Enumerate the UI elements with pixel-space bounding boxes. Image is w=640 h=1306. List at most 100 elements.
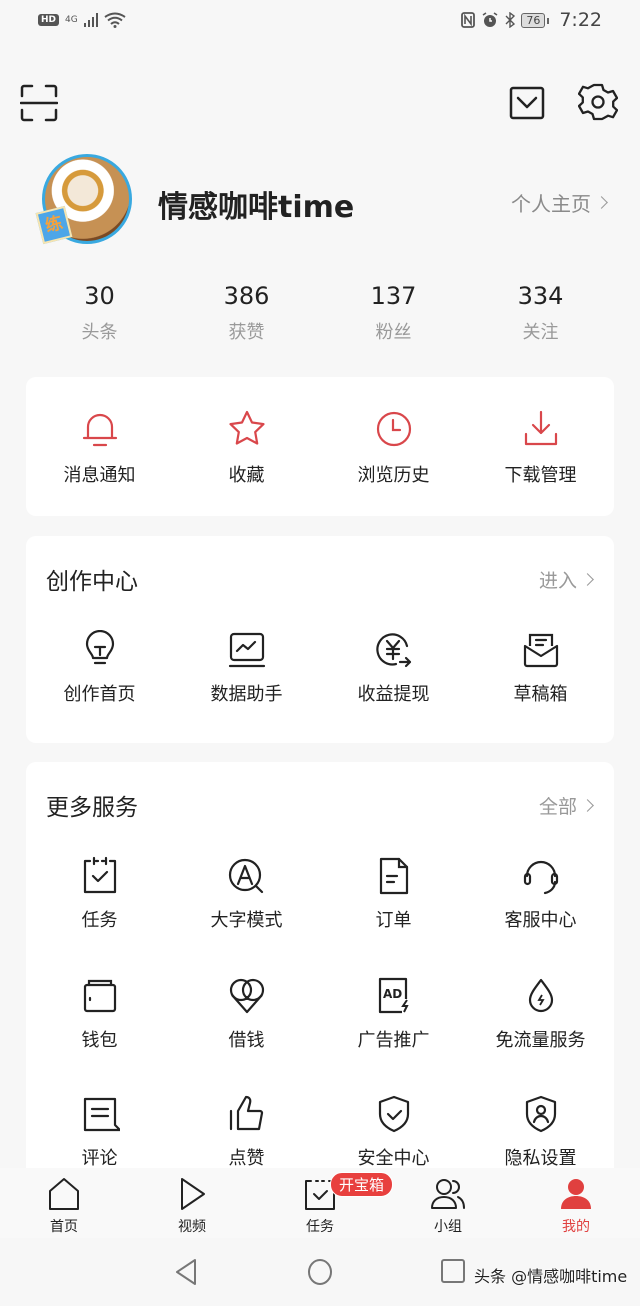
signal-icon	[83, 13, 99, 27]
service-ads[interactable]: AD 广告推广	[320, 976, 467, 1052]
link-label: 进入	[538, 569, 577, 592]
creation-home[interactable]: 创作首页	[26, 630, 173, 706]
stat-label: 头条	[81, 322, 118, 343]
bell-icon	[82, 413, 117, 447]
tab-me[interactable]: 我的	[512, 1168, 640, 1238]
item-label: 草稿箱	[513, 684, 568, 705]
ad-icon: AD	[378, 977, 409, 1014]
service-large-font[interactable]: 大字模式	[173, 856, 320, 932]
service-free-data[interactable]: 免流量服务	[467, 976, 614, 1052]
item-label: 数据助手	[210, 684, 283, 705]
stat-likes[interactable]: 386 获赞	[173, 282, 320, 344]
avatar-badge: 练	[35, 205, 73, 245]
tab-label: 任务	[306, 1219, 334, 1235]
status-left: HD 4G	[38, 12, 126, 28]
service-loan[interactable]: 借钱	[173, 976, 320, 1052]
item-label: 评论	[81, 1148, 118, 1168]
tab-video[interactable]: 视频	[128, 1168, 256, 1238]
earnings-withdraw[interactable]: 收益提现	[320, 630, 467, 706]
service-customer-service[interactable]: 客服中心	[467, 856, 614, 932]
username: 情感咖啡time	[158, 190, 355, 225]
item-label: 订单	[375, 910, 412, 931]
service-wallet[interactable]: 钱包	[26, 976, 173, 1052]
loan-icon	[229, 978, 264, 1014]
data-assistant[interactable]: 数据助手	[173, 630, 320, 706]
service-privacy-settings[interactable]: 隐私设置	[467, 1094, 614, 1168]
item-label: 客服中心	[504, 910, 577, 931]
scan-icon[interactable]	[20, 84, 58, 122]
creation-center-card: 创作中心 进入 创作首页 数据助手 收益提现 草稿箱	[26, 536, 614, 743]
quick-label: 浏览历史	[357, 465, 430, 486]
avatar[interactable]: 练	[35, 154, 132, 245]
section-title: 创作中心	[46, 569, 138, 595]
item-label: 任务	[81, 910, 118, 931]
section-title: 更多服务	[46, 795, 138, 821]
alarm-icon	[482, 12, 498, 27]
yuan-withdraw-icon	[375, 633, 411, 668]
back-icon[interactable]	[174, 1258, 198, 1286]
profile-homepage-label: 个人主页	[511, 192, 591, 216]
chevron-right-icon	[595, 196, 608, 209]
privacy-shield-icon	[525, 1095, 556, 1133]
quick-history[interactable]: 浏览历史	[320, 409, 467, 487]
status-right: 76 7:22	[461, 9, 602, 31]
bluetooth-icon	[505, 12, 516, 28]
service-comments[interactable]: 评论	[26, 1094, 173, 1168]
service-security-center[interactable]: 安全中心	[320, 1094, 467, 1168]
stat-value: 334	[517, 282, 564, 310]
tab-groups[interactable]: 小组	[384, 1168, 512, 1238]
item-label: 收益提现	[357, 684, 430, 705]
status-bar: HD 4G 76 7:22	[0, 0, 640, 40]
watermark: 头条 @情感咖啡time	[474, 1267, 628, 1286]
quick-favorites[interactable]: 收藏	[173, 409, 320, 487]
tab-tasks[interactable]: 任务 开宝箱	[256, 1168, 394, 1238]
mail-icon[interactable]	[509, 86, 545, 120]
item-label: 大字模式	[210, 910, 283, 931]
service-task[interactable]: 任务	[26, 856, 173, 932]
stats-row: 30 头条 386 获赞 137 粉丝 334 关注	[26, 282, 614, 344]
stat-value: 386	[223, 282, 270, 310]
item-label: 借钱	[228, 1030, 265, 1051]
bottom-tab-bar: 首页 视频 任务 开宝箱 小组 我的	[0, 1168, 640, 1238]
system-navigation-bar: 头条 @情感咖啡time	[0, 1238, 640, 1306]
stat-following[interactable]: 334 关注	[467, 282, 614, 344]
top-actions	[0, 80, 640, 126]
tab-label: 首页	[50, 1219, 78, 1235]
all-services-link[interactable]: 全部	[539, 792, 594, 819]
service-likes[interactable]: 点赞	[173, 1094, 320, 1168]
nfc-icon	[461, 12, 476, 28]
gear-icon[interactable]	[578, 82, 618, 122]
network-type: 4G	[65, 15, 78, 25]
play-icon	[181, 1178, 205, 1210]
stat-label: 获赞	[228, 322, 265, 343]
quick-downloads[interactable]: 下载管理	[467, 409, 614, 487]
quick-notifications[interactable]: 消息通知	[26, 409, 173, 487]
user-icon	[561, 1179, 591, 1209]
item-label: 广告推广	[357, 1030, 430, 1051]
recent-apps-icon[interactable]	[440, 1258, 466, 1284]
item-label: 钱包	[81, 1030, 118, 1051]
tab-label: 视频	[178, 1219, 206, 1235]
headset-icon	[523, 860, 558, 895]
tab-home[interactable]: 首页	[0, 1168, 128, 1238]
profile-homepage-link[interactable]: 个人主页	[511, 188, 608, 217]
star-icon	[228, 410, 265, 445]
enter-creation-center-link[interactable]: 进入	[538, 566, 594, 593]
hd-indicator: HD	[38, 14, 60, 26]
home-circle-icon[interactable]	[306, 1258, 334, 1286]
wallet-icon	[83, 979, 116, 1013]
wifi-icon	[104, 12, 126, 28]
large-font-icon	[228, 858, 263, 894]
service-orders[interactable]: 订单	[320, 856, 467, 932]
comment-icon	[83, 1097, 120, 1132]
shield-check-icon	[378, 1095, 409, 1133]
draft-box-icon	[523, 633, 558, 668]
stat-followers[interactable]: 137 粉丝	[320, 282, 467, 344]
drafts[interactable]: 草稿箱	[467, 630, 614, 706]
tab-label: 我的	[562, 1219, 590, 1235]
chevron-right-icon	[581, 572, 594, 586]
clock-icon	[376, 411, 411, 447]
item-label: 免流量服务	[495, 1030, 586, 1051]
stat-articles[interactable]: 30 头条	[26, 282, 173, 344]
item-label: 创作首页	[63, 684, 136, 705]
